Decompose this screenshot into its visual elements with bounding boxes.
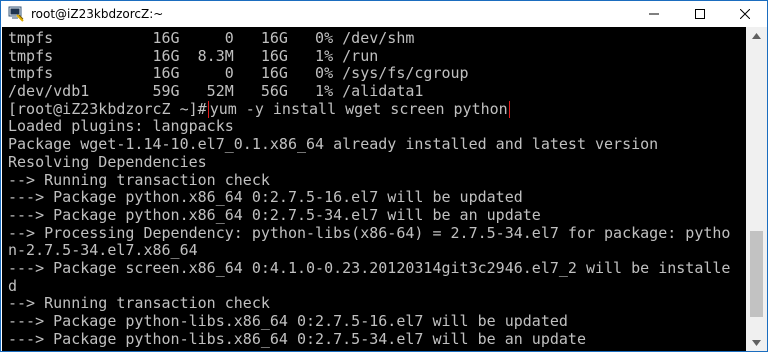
putty-terminal-icon[interactable] [8,6,24,22]
close-button[interactable] [722,1,768,27]
scroll-up-button[interactable] [746,27,767,44]
window-title: root@iZ23kbdzorcZ:~ [31,7,164,21]
terminal-line: n-2.7.5-34.el7.x86_64 [8,242,198,260]
terminal-lines: tmpfs 16G 0 16G 0% /dev/shm tmpfs 16G 8.… [8,30,746,348]
terminal-line: tmpfs 16G 0 16G 0% /dev/shm [8,30,415,47]
terminal-line: /dev/vdb1 59G 52M 56G 1% /alidata1 [8,83,424,101]
scroll-up-icon [752,32,761,39]
highlighted-command: yum -y install wget screen python [207,100,510,119]
terminal-line: ---> Package python.x86_64 0:2.7.5-34.el… [8,206,541,224]
terminal-line: --> Running transaction check [8,171,270,189]
terminal-line: Package wget-1.14-10.el7_0.1.x86_64 alre… [8,136,659,154]
minimize-icon [649,13,659,15]
scroll-down-icon [752,339,761,346]
terminal-line: d [8,277,18,295]
shell-prompt: [root@iZ23kbdzorcZ ~]# [8,100,207,118]
scrollbar-thumb[interactable] [750,231,763,317]
terminal-window: root@iZ23kbdzorcZ:~ tmpfs 16G 0 16G 0% /… [0,0,768,352]
terminal-line: tmpfs 16G 0 16G 0% /sys/fs/cgroup [8,65,469,83]
terminal-line: ---> Package screen.x86_64 0:4.1.0-0.23.… [8,259,731,277]
terminal-line: ---> Package python-libs.x86_64 0:2.7.5-… [8,330,586,348]
terminal-line: --> Processing Dependency: python-libs(x… [8,224,731,242]
maximize-button[interactable] [677,1,723,27]
terminal-output[interactable]: tmpfs 16G 0 16G 0% /dev/shm tmpfs 16G 8.… [2,27,746,351]
vertical-scrollbar[interactable] [746,27,767,351]
title-bar[interactable]: root@iZ23kbdzorcZ:~ [1,1,767,27]
terminal-line: tmpfs 16G 8.3M 16G 1% /run [8,47,379,65]
terminal-line: Resolving Dependencies [8,153,207,171]
terminal-line: ---> Package python.x86_64 0:2.7.5-16.el… [8,189,523,207]
command-line: [root@iZ23kbdzorcZ ~]# yum -y install wge… [8,100,746,119]
maximize-icon [695,9,705,19]
terminal-line: ---> Package python-libs.x86_64 0:2.7.5-… [8,313,568,330]
terminal-line: Loaded plugins: langpacks [8,118,234,136]
terminal-line: --> Running transaction check [8,295,270,313]
minimize-button[interactable] [631,1,677,27]
scroll-down-button[interactable] [746,334,767,351]
close-icon [740,9,750,19]
